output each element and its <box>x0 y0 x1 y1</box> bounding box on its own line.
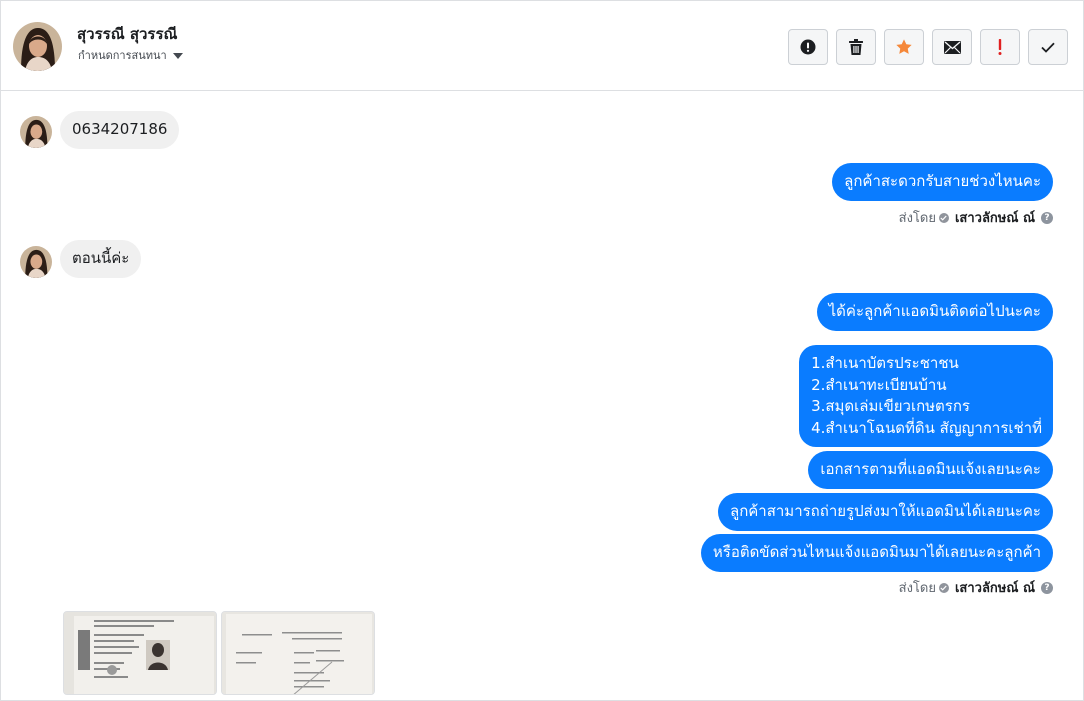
incoming-message: 0634207186 <box>60 111 180 149</box>
verified-icon <box>938 212 949 223</box>
mark-important-button[interactable] <box>980 29 1020 65</box>
checkmark-icon <box>1041 42 1055 53</box>
sender-name: เสาวลักษณ์ ณ์ <box>954 581 1035 596</box>
document-list-item: 3.สมุดเล่มเขียวเกษตรกร <box>811 397 970 415</box>
contact-name: สุวรรณี สุวรรณี <box>77 25 178 43</box>
alert-circle-icon <box>800 39 816 55</box>
outgoing-message: หรือติดขัดส่วนไหนแจ้งแอดมินมาได้เลยนะคะล… <box>700 534 1053 572</box>
incoming-message: ตอนนี้ค่ะ <box>60 240 142 278</box>
mark-unread-button[interactable] <box>932 29 972 65</box>
conversation-toolbar <box>788 29 1068 65</box>
conversation-schedule-label: กำหนดการสนทนา <box>78 49 167 62</box>
sender-name: เสาวลักษณ์ ณ์ <box>954 211 1035 226</box>
help-icon[interactable]: ? <box>1041 211 1053 224</box>
outgoing-message: เอกสารตามที่แอดมินแจ้งเลยนะคะ <box>808 451 1053 489</box>
conversation-header: สุวรรณี สุวรรณี กำหนดการสนทนา <box>1 1 1083 91</box>
incoming-avatar <box>20 116 52 148</box>
help-icon[interactable]: ? <box>1041 581 1053 594</box>
sent-by-label: ส่งโดย <box>898 211 936 226</box>
outgoing-message: ได้ค่ะลูกค้าแอดมินติดต่อไปนะคะ <box>816 293 1053 331</box>
star-icon <box>896 39 912 54</box>
document-list-item: 4.สำเนาโฉนดที่ดิน สัญญาการเช่าที่ <box>811 418 1042 437</box>
conversation-schedule-dropdown[interactable]: กำหนดการสนทนา <box>78 46 183 64</box>
sent-by-row: ส่งโดย เสาวลักษณ์ ณ์ ? <box>899 577 1053 598</box>
trash-icon <box>849 39 863 55</box>
sent-by-row: ส่งโดย เสาวลักษณ์ ณ์ ? <box>899 207 1053 228</box>
outgoing-message-document-list: 1.สำเนาบัตรประชาชน 2.สำเนาทะเบียนบ้าน 3.… <box>799 345 1053 447</box>
mark-spam-button[interactable] <box>788 29 828 65</box>
exclamation-icon <box>998 39 1002 55</box>
outgoing-message: ลูกค้าสามารถถ่ายรูปส่งมาให้แอดมินได้เลยน… <box>718 493 1053 531</box>
envelope-icon <box>943 40 961 54</box>
conversation-panel: สุวรรณี สุวรรณี กำหนดการสนทนา 0634207186… <box>0 0 1084 701</box>
delete-button[interactable] <box>836 29 876 65</box>
sent-by-label: ส่งโดย <box>898 581 936 596</box>
document-list-item: 1.สำเนาบัตรประชาชน <box>811 354 959 372</box>
image-attachment-house-registration[interactable] <box>221 611 375 695</box>
mark-done-button[interactable] <box>1028 29 1068 65</box>
document-list-item: 2.สำเนาทะเบียนบ้าน <box>811 375 947 394</box>
contact-avatar[interactable] <box>13 22 62 71</box>
star-button[interactable] <box>884 29 924 65</box>
caret-down-icon <box>172 52 183 59</box>
image-attachment-id-card[interactable] <box>63 611 217 695</box>
incoming-avatar <box>20 246 52 278</box>
outgoing-message: ลูกค้าสะดวกรับสายช่วงไหนคะ <box>832 163 1053 201</box>
verified-icon <box>938 582 949 593</box>
